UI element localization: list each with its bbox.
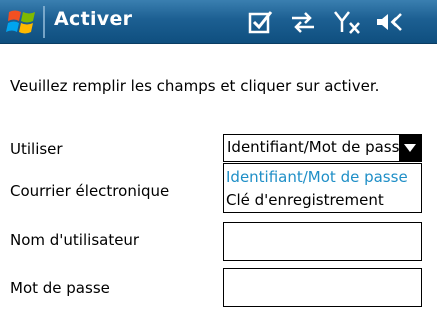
dropdown-option[interactable]: Clé d'enregistrement [224, 189, 421, 211]
combobox-dropdown-button[interactable] [399, 135, 421, 161]
username-label: Nom d'utilisateur [10, 231, 140, 249]
windows-start-icon[interactable] [6, 7, 38, 37]
email-label: Courrier électronique [10, 182, 170, 200]
volume-icon[interactable] [374, 9, 404, 35]
title-bar: Activer [0, 0, 437, 44]
use-combobox[interactable]: Identifiant/Mot de passe [223, 134, 422, 162]
use-combobox-value: Identifiant/Mot de passe [227, 138, 399, 156]
instruction-text: Veuillez remplir les champs et cliquer s… [10, 77, 380, 95]
use-dropdown-list: Identifiant/Mot de passe Clé d'enregistr… [223, 163, 422, 213]
window-title: Activer [54, 8, 133, 30]
dropdown-option[interactable]: Identifiant/Mot de passe [224, 166, 421, 188]
connectivity-icon[interactable] [288, 9, 318, 35]
edit-check-icon[interactable] [248, 9, 274, 35]
use-label: Utiliser [10, 140, 63, 158]
username-field[interactable] [223, 222, 422, 261]
password-label: Mot de passe [10, 279, 110, 297]
password-field[interactable] [223, 268, 422, 307]
signal-off-icon[interactable] [333, 9, 363, 35]
title-separator [43, 6, 45, 38]
chevron-down-icon [404, 144, 416, 152]
